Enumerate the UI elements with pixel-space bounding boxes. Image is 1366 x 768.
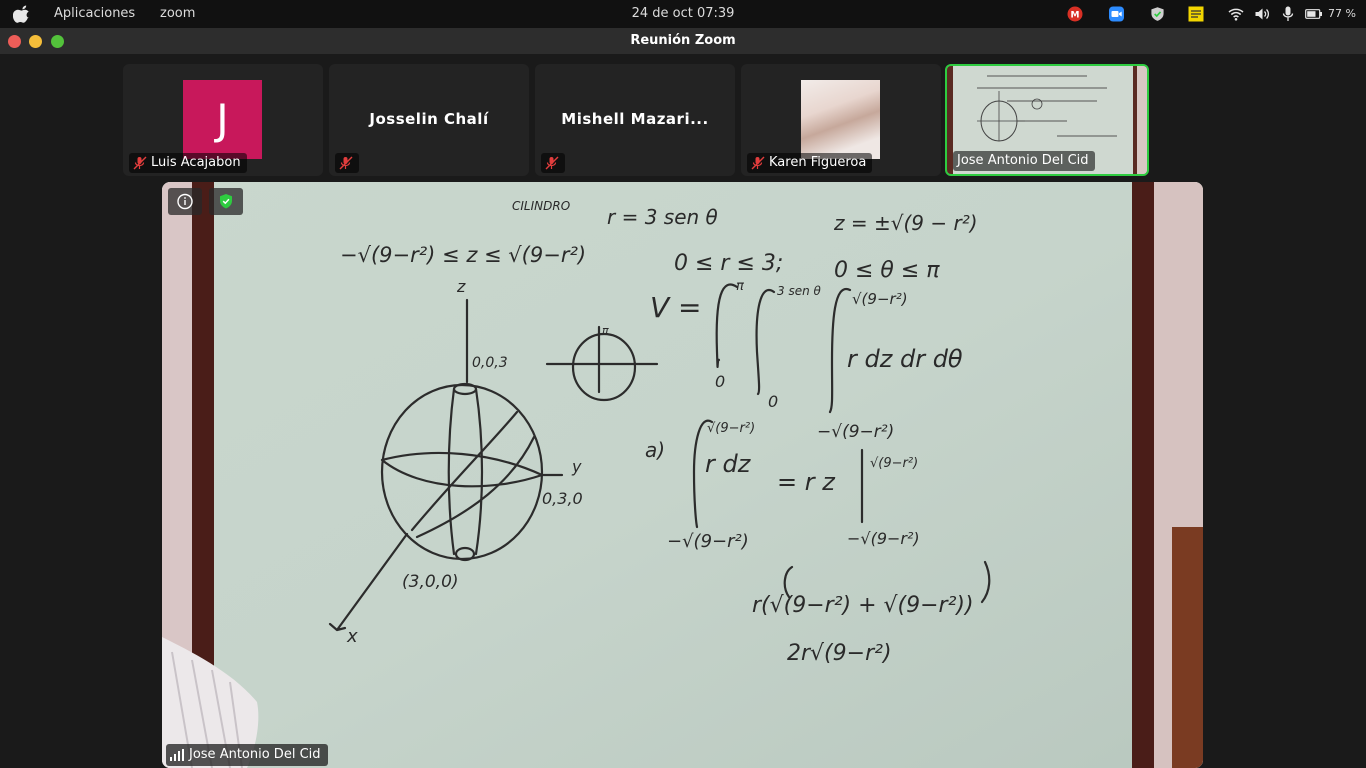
int-upper-sqrt: √(9−r²) bbox=[852, 290, 908, 308]
zoom-tray-icon[interactable] bbox=[1108, 6, 1125, 22]
muted-microphone-icon bbox=[133, 156, 147, 169]
a-lower-limit: −√(9−r²) bbox=[667, 531, 749, 552]
eq-z: z = ±√(9 − r²) bbox=[833, 211, 978, 235]
point-300: (3,0,0) bbox=[402, 572, 459, 592]
participant-namebar: Jose Antonio Del Cid bbox=[953, 151, 1095, 171]
window-title: Reunión Zoom bbox=[630, 33, 736, 48]
participant-tile-karen[interactable]: Karen Figueroa bbox=[741, 64, 941, 176]
muted-microphone-icon bbox=[751, 156, 765, 169]
participant-tile-jose-antonio[interactable]: Jose Antonio Del Cid bbox=[945, 64, 1149, 176]
ineq-r: 0 ≤ r ≤ 3; bbox=[674, 251, 783, 276]
a-eval-upper: √(9−r²) bbox=[870, 456, 918, 471]
step-1: r(√(9−r²) + √(9−r²)) bbox=[752, 593, 974, 618]
battery-icon[interactable] bbox=[1305, 6, 1323, 22]
point-003: 0,0,3 bbox=[472, 355, 508, 371]
whiteboard-video: CILINDRO r = 3 sen θ z = ±√(9 − r²) −√(9… bbox=[162, 182, 1203, 768]
participant-namebar bbox=[335, 153, 359, 173]
axis-x-label: x bbox=[346, 626, 358, 647]
signal-strength-icon bbox=[170, 748, 184, 761]
secure-shield-icon bbox=[220, 194, 232, 209]
shield-icon[interactable] bbox=[1150, 6, 1165, 22]
info-icon bbox=[177, 193, 193, 210]
muted-microphone-icon bbox=[339, 156, 353, 169]
participant-tile-josselin[interactable]: Josselin Chalí bbox=[329, 64, 529, 176]
battery-percentage: 77 % bbox=[1328, 7, 1356, 20]
main-speaker-name: Jose Antonio Del Cid bbox=[189, 747, 321, 762]
participant-namebar: Karen Figueroa bbox=[747, 153, 873, 173]
axis-z-label: z bbox=[456, 277, 466, 296]
a-equals: = r z bbox=[777, 468, 836, 496]
system-top-bar: Aplicaciones zoom 24 de oct 07:39 M 77 % bbox=[0, 0, 1366, 28]
participant-tile-mishell[interactable]: Mishell Mazari... bbox=[535, 64, 735, 176]
participant-display-name: Josselin Chalí bbox=[369, 110, 489, 128]
axis-y-label: y bbox=[571, 457, 582, 476]
gmail-icon[interactable]: M bbox=[1067, 6, 1083, 22]
profile-photo bbox=[801, 80, 880, 159]
int-lower-negsqrt: −√(9−r²) bbox=[817, 422, 894, 442]
encryption-status-button[interactable] bbox=[209, 188, 243, 215]
pi-mark: π bbox=[602, 324, 609, 337]
int-upper-pi: π bbox=[736, 279, 744, 294]
point-030: 0,3,0 bbox=[542, 489, 583, 508]
participant-tile-luis[interactable]: J Luis Acajabon bbox=[123, 64, 323, 176]
main-speaker-namebar: Jose Antonio Del Cid bbox=[166, 744, 328, 766]
participant-name: Karen Figueroa bbox=[769, 155, 867, 170]
part-a-label: a) bbox=[645, 438, 665, 462]
participant-namebar bbox=[541, 153, 565, 173]
participant-name: Luis Acajabon bbox=[151, 155, 241, 170]
label-cilindro: CILINDRO bbox=[512, 199, 570, 213]
window-title-bar: Reunión Zoom bbox=[0, 28, 1366, 54]
volume-v: V = bbox=[650, 291, 702, 324]
participant-display-name: Mishell Mazari... bbox=[561, 110, 709, 128]
notes-icon[interactable] bbox=[1188, 6, 1204, 22]
ineq-theta: 0 ≤ θ ≤ π bbox=[834, 258, 940, 283]
participant-namebar: Luis Acajabon bbox=[129, 153, 247, 173]
step-2: 2r√(9−r²) bbox=[787, 641, 892, 666]
volume-icon[interactable] bbox=[1254, 6, 1271, 22]
avatar: J bbox=[183, 80, 262, 159]
svg-text:M: M bbox=[1071, 11, 1080, 21]
eq-r: r = 3 sen θ bbox=[607, 205, 718, 229]
int-lower-0b: 0 bbox=[768, 392, 778, 411]
a-integrand: r dz bbox=[705, 450, 752, 478]
a-eval-lower: −√(9−r²) bbox=[847, 529, 920, 548]
ineq-z: −√(9−r²) ≤ z ≤ √(9−r²) bbox=[340, 243, 586, 267]
int-upper-3sen: 3 sen θ bbox=[777, 284, 822, 298]
int-lower-0a: 0 bbox=[715, 372, 725, 391]
microphone-icon[interactable] bbox=[1282, 6, 1294, 22]
integrand: r dz dr dθ bbox=[847, 345, 963, 373]
wifi-icon[interactable] bbox=[1228, 6, 1244, 22]
main-speaker-video[interactable]: CILINDRO r = 3 sen θ z = ±√(9 − r²) −√(9… bbox=[162, 182, 1203, 768]
participant-name: Jose Antonio Del Cid bbox=[957, 153, 1089, 168]
a-upper-limit: √(9−r²) bbox=[707, 421, 755, 436]
muted-microphone-icon bbox=[545, 156, 559, 169]
meeting-info-button[interactable] bbox=[168, 188, 202, 215]
